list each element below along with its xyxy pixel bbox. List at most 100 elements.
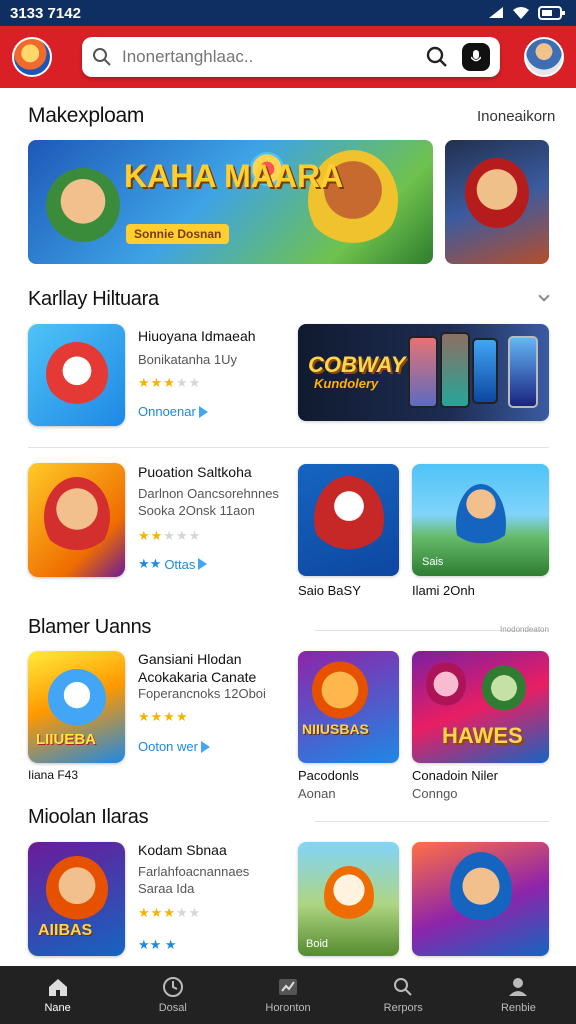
app-header	[0, 26, 576, 88]
action-label: Ottas	[164, 556, 196, 572]
banner-character-art	[46, 168, 120, 242]
game-tile[interactable]: HAWES	[412, 651, 549, 763]
game-tile[interactable]: NIIUSBAS	[298, 651, 399, 763]
tile-label: Saio BaSY	[298, 583, 361, 598]
app-name[interactable]: Gansiani Hlodan Acokakaria Canate	[138, 651, 256, 686]
battery-icon	[538, 6, 565, 20]
app-icon-art	[46, 856, 108, 922]
phone-art	[472, 338, 498, 404]
nav-label: Nane	[44, 1002, 71, 1014]
app-icon-art	[48, 669, 106, 727]
nav-home[interactable]: Nane	[0, 966, 115, 1024]
app-icon-art	[46, 342, 108, 406]
app-icon[interactable]: LIIUEBA	[28, 651, 125, 763]
signal-icon	[489, 7, 503, 18]
app-icon-text: AIIBAS	[38, 922, 93, 939]
featured-see-all-link[interactable]: Inoneaikorn	[477, 108, 555, 125]
microphone-icon	[471, 50, 481, 62]
nav-recent[interactable]: Dosal	[115, 966, 230, 1024]
tile-label: Pacodonls	[298, 768, 359, 783]
rating-stars: ★★★★	[138, 709, 189, 724]
microphone-button[interactable]	[462, 43, 490, 71]
app-caption: Iiana F43	[28, 768, 79, 782]
promo-title: COBWAY	[308, 352, 406, 377]
section-title: Blamer Uanns	[28, 616, 152, 638]
install-button[interactable]: Onnoenar	[138, 404, 208, 419]
chevron-down-icon[interactable]	[538, 290, 550, 302]
phone-art	[408, 336, 438, 408]
search-bar[interactable]	[82, 37, 500, 77]
game-tile[interactable]	[412, 842, 549, 956]
app-name[interactable]: Hiuoyana Idmaeah	[138, 328, 256, 346]
app-icon[interactable]	[28, 463, 125, 577]
install-button[interactable]: Ooton wer	[138, 739, 210, 754]
chart-icon	[279, 979, 297, 995]
tile-art	[456, 484, 506, 564]
divider	[315, 821, 549, 822]
search-submit-icon[interactable]	[426, 46, 448, 68]
search-input[interactable]	[112, 47, 426, 67]
section-title: Mioolan Ilaras	[28, 806, 149, 828]
home-icon	[48, 979, 67, 996]
app-meta: Bonikatanha 1Uy	[138, 352, 238, 367]
app-icon-text: LIIUEBA	[36, 731, 96, 748]
install-button[interactable]: ★★ ★	[138, 937, 177, 953]
featured-title: Makexploam	[28, 104, 145, 127]
nav-label: Renbie	[500, 1002, 536, 1014]
action-icon: ★★	[138, 556, 162, 571]
banner-title: KAHA MAARA	[124, 158, 344, 194]
tile-label: Conadoin Niler	[412, 768, 498, 783]
search-icon	[93, 48, 111, 66]
featured-banner-secondary[interactable]	[445, 140, 549, 264]
app-name[interactable]: Puoation Saltkoha	[138, 464, 252, 482]
tile-art	[482, 665, 526, 711]
nav-search[interactable]: Rerpors	[346, 966, 461, 1024]
banner-character-art	[465, 158, 529, 228]
rating-stars: ★★★★★	[138, 375, 202, 390]
user-avatar[interactable]	[524, 37, 564, 77]
tile-badge: Sais	[422, 556, 444, 568]
arrow-icon	[200, 740, 210, 753]
search-icon	[394, 978, 412, 996]
tile-art	[426, 661, 466, 707]
app-meta: Farlahfoacnannaes Saraa Ida	[138, 864, 250, 896]
game-tile[interactable]: Boid	[298, 842, 399, 956]
divider	[28, 447, 549, 448]
tile-art-text: HAWES	[442, 723, 523, 748]
banner-subtitle: Sonnie Dosnan	[126, 224, 230, 244]
wifi-icon	[513, 7, 529, 19]
app-logo[interactable]	[12, 37, 52, 77]
app-meta: Foperancnoks 12Oboi	[138, 686, 266, 701]
featured-banner-main[interactable]: KAHA MAARA Sonnie Dosnan	[28, 140, 433, 264]
section-see-all-link[interactable]: Inodondeaton	[500, 625, 549, 634]
game-tile[interactable]	[298, 464, 399, 576]
rating-stars: ★★★★★	[138, 528, 202, 543]
app-icon[interactable]	[28, 324, 125, 426]
game-tile[interactable]: Sais	[412, 464, 549, 576]
status-bar: 3133 7142	[0, 0, 576, 26]
action-label: Onnoenar	[138, 404, 196, 419]
arrow-icon	[198, 405, 208, 418]
profile-icon	[509, 978, 528, 996]
action-icon: ★★ ★	[138, 937, 177, 952]
nav-label: Dosal	[158, 1002, 187, 1014]
install-button[interactable]: ★★ Ottas	[138, 556, 208, 572]
tile-label: Boid	[306, 938, 329, 950]
tile-art	[314, 476, 384, 562]
phone-art	[508, 336, 538, 408]
tile-art	[450, 852, 512, 928]
nav-label: Rerpors	[383, 1002, 423, 1014]
action-label: Ooton wer	[138, 739, 198, 754]
status-icons	[488, 6, 566, 20]
tile-sublabel: Aonan	[298, 786, 336, 801]
nav-charts[interactable]: Horonton	[230, 966, 345, 1024]
app-icon[interactable]: AIIBAS	[28, 842, 125, 956]
nav-profile[interactable]: Renbie	[461, 966, 576, 1024]
tile-art-text: NIIUSBAS	[302, 721, 369, 737]
arrow-icon	[198, 558, 208, 570]
app-name[interactable]: Kodam Sbnaa	[138, 842, 227, 860]
tile-art	[312, 661, 368, 719]
promo-banner[interactable]: COBWAY Kundolery	[298, 324, 549, 421]
status-time: 3133 7142	[10, 4, 81, 22]
clock-icon	[162, 977, 183, 997]
